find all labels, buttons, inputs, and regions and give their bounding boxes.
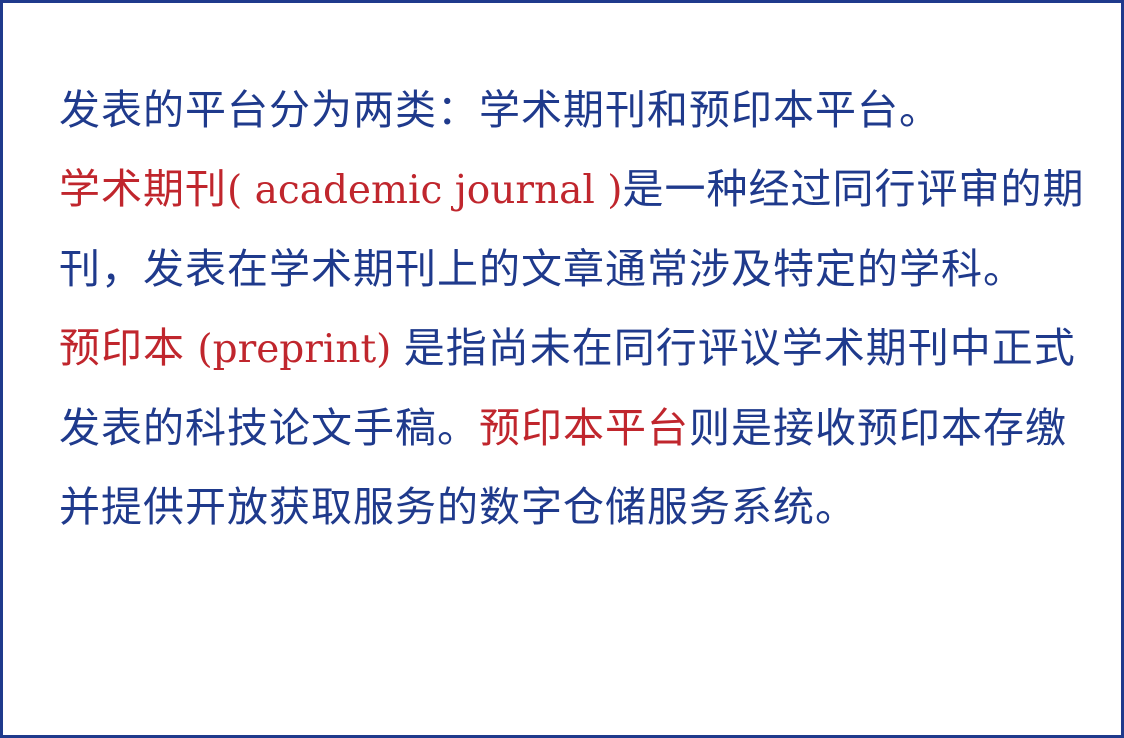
term-preprint-english: (preprint) (185, 327, 404, 372)
paragraph-preprint: 预印本 (preprint) 是指尚未在同行评议学术期刊中正式发表的科技论文手稿… (59, 309, 1089, 547)
term-academic-journal: 学术期刊 (59, 165, 227, 213)
term-preprint-platform: 预印本平台 (479, 404, 689, 452)
term-academic-journal-english: ( academic journal ) (227, 168, 623, 213)
bordered-frame: 发表的平台分为两类：学术期刊和预印本平台。 学术期刊( academic jou… (0, 0, 1124, 738)
platform-types-text: 发表的平台分为两类：学术期刊和预印本平台。 (59, 86, 941, 134)
paragraph-academic-journal: 学术期刊( academic journal )是一种经过同行评审的期刊，发表在… (59, 150, 1089, 309)
paragraph-platform-types: 发表的平台分为两类：学术期刊和预印本平台。 (59, 71, 1089, 150)
text-block: 发表的平台分为两类：学术期刊和预印本平台。 学术期刊( academic jou… (59, 71, 1089, 547)
term-preprint: 预印本 (59, 324, 185, 372)
